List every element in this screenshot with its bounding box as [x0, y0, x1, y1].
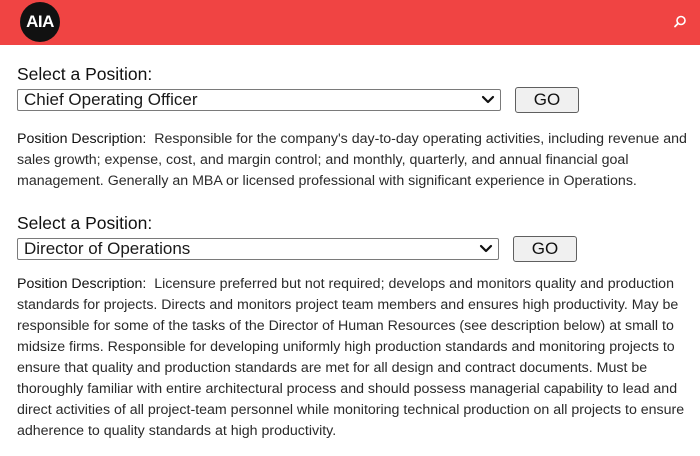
position-description-label: Position Description: [17, 131, 147, 147]
position-section-1: Select a Position: Chief Operating Offic… [17, 64, 687, 192]
position-description-text: Licensure preferred but not required; de… [17, 276, 685, 439]
aia-logo[interactable]: AIA [20, 2, 60, 42]
search-button[interactable] [672, 14, 688, 30]
chevron-down-icon [481, 95, 495, 104]
position-section-2: Select a Position: Director of Operation… [17, 213, 687, 442]
go-button[interactable]: GO [515, 87, 579, 113]
chevron-down-icon [479, 244, 493, 253]
position-description-label: Position Description: [17, 276, 147, 292]
position-select[interactable]: Director of Operations [17, 238, 499, 260]
position-description: Position Description: Responsible for th… [17, 129, 687, 192]
select-position-label: Select a Position: [17, 64, 153, 84]
position-select[interactable]: Chief Operating Officer [17, 89, 501, 111]
position-description: Position Description: Licensure preferre… [17, 274, 687, 442]
position-select-value: Director of Operations [24, 239, 191, 258]
search-icon [674, 15, 686, 28]
top-bar: AIA [0, 0, 700, 45]
go-button[interactable]: GO [513, 236, 577, 262]
position-select-value: Chief Operating Officer [24, 90, 198, 109]
select-position-label: Select a Position: [17, 213, 153, 233]
